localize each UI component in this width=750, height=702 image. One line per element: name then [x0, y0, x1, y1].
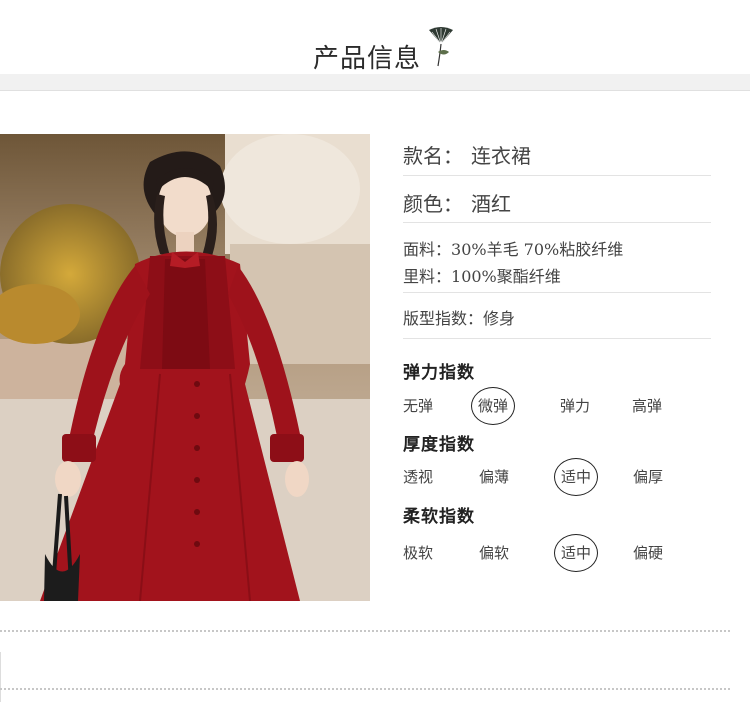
dotted-divider	[0, 630, 730, 632]
softness-option: 偏软	[479, 544, 510, 562]
lining-row: 里料：100%聚酯纤维	[403, 263, 561, 287]
color-value: 酒红	[471, 192, 511, 216]
elasticity-option: 弹力	[560, 397, 591, 415]
elasticity-title: 弹力指数	[403, 363, 475, 383]
frame-edge	[0, 652, 1, 702]
fabric-value: 30%羊毛 70%粘胶纤维	[451, 240, 624, 259]
softness-option: 偏硬	[633, 544, 664, 562]
divider	[403, 292, 711, 293]
style-row: 款名： 连衣裙	[403, 140, 531, 169]
softness-title: 柔软指数	[403, 507, 475, 527]
divider	[403, 222, 711, 223]
elasticity-option: 高弹	[632, 397, 663, 415]
thickness-title: 厚度指数	[403, 435, 475, 455]
softness-option: 极软	[403, 544, 434, 562]
color-row: 颜色： 酒红	[403, 188, 511, 217]
thickness-option: 透视	[403, 468, 434, 486]
ginkgo-leaf-icon	[429, 27, 453, 67]
lining-value: 100%聚酯纤维	[451, 267, 561, 286]
dotted-divider	[0, 688, 730, 690]
header-title-text: 产品信息	[312, 44, 421, 74]
header-title: 产品信息	[0, 38, 750, 75]
thickness-option: 偏厚	[633, 468, 664, 486]
fit-row: 版型指数：修身	[403, 305, 515, 329]
elasticity-option-selected: 微弹	[478, 397, 509, 415]
fabric-row: 面料：30%羊毛 70%粘胶纤维	[403, 236, 623, 260]
divider	[403, 338, 711, 339]
fit-value: 修身	[483, 309, 516, 328]
fabric-label: 面料：	[403, 240, 452, 259]
header-band	[0, 74, 750, 91]
product-photo	[0, 134, 370, 601]
elasticity-option: 无弹	[403, 397, 434, 415]
lining-label: 里料：	[403, 267, 452, 286]
thickness-option: 偏薄	[479, 468, 510, 486]
style-value: 连衣裙	[471, 144, 531, 168]
divider	[403, 175, 711, 176]
style-label: 款名：	[403, 144, 463, 168]
thickness-option-selected: 适中	[561, 468, 592, 486]
color-label: 颜色：	[403, 192, 463, 216]
softness-option-selected: 适中	[561, 544, 592, 562]
fit-label: 版型指数：	[403, 309, 484, 328]
